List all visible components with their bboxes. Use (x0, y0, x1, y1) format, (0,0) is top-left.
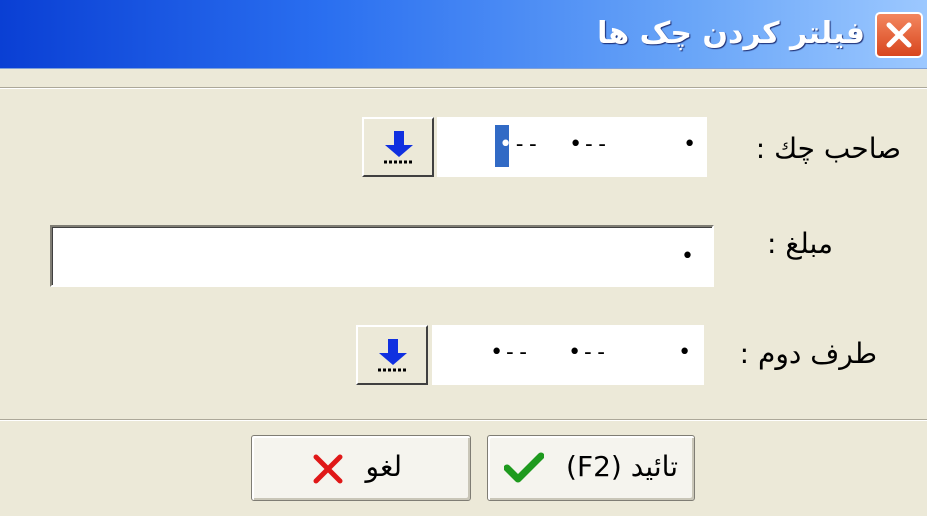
top-divider (0, 87, 927, 89)
title-bar[interactable]: فیلتر کردن چک ها (0, 0, 927, 69)
arrow-down-icon (384, 131, 414, 164)
amount-input[interactable]: • (50, 225, 714, 287)
x-icon (313, 454, 343, 484)
owner-label: صاحب چك : (755, 132, 901, 165)
cancel-button[interactable]: لغو (251, 435, 471, 501)
checkmark-icon (504, 452, 544, 483)
close-icon (886, 22, 912, 48)
cancel-label: لغو (365, 450, 402, 483)
counterparty-code-input[interactable]: •-- •-- • (432, 325, 704, 385)
owner-code-input[interactable]: • -- •-- • (437, 117, 707, 177)
owner-lookup-button[interactable] (362, 117, 434, 177)
counterparty-lookup-button[interactable] (356, 325, 428, 385)
window-title: فیلتر کردن چک ها (597, 16, 865, 51)
arrow-down-icon (378, 339, 408, 372)
close-button[interactable] (875, 12, 923, 58)
dialog-body: صاحب چك : • -- •-- • مبلغ : • طرف دوم : … (0, 69, 927, 516)
confirm-button[interactable]: تائید (F2) (487, 435, 695, 501)
bottom-divider (0, 419, 927, 421)
amount-label: مبلغ : (767, 227, 833, 260)
filter-checks-dialog: فیلتر کردن چک ها صاحب چك : • -- •-- • مب… (0, 0, 927, 516)
counterparty-label: طرف دوم : (739, 337, 877, 370)
confirm-label: تائید (F2) (566, 450, 678, 483)
